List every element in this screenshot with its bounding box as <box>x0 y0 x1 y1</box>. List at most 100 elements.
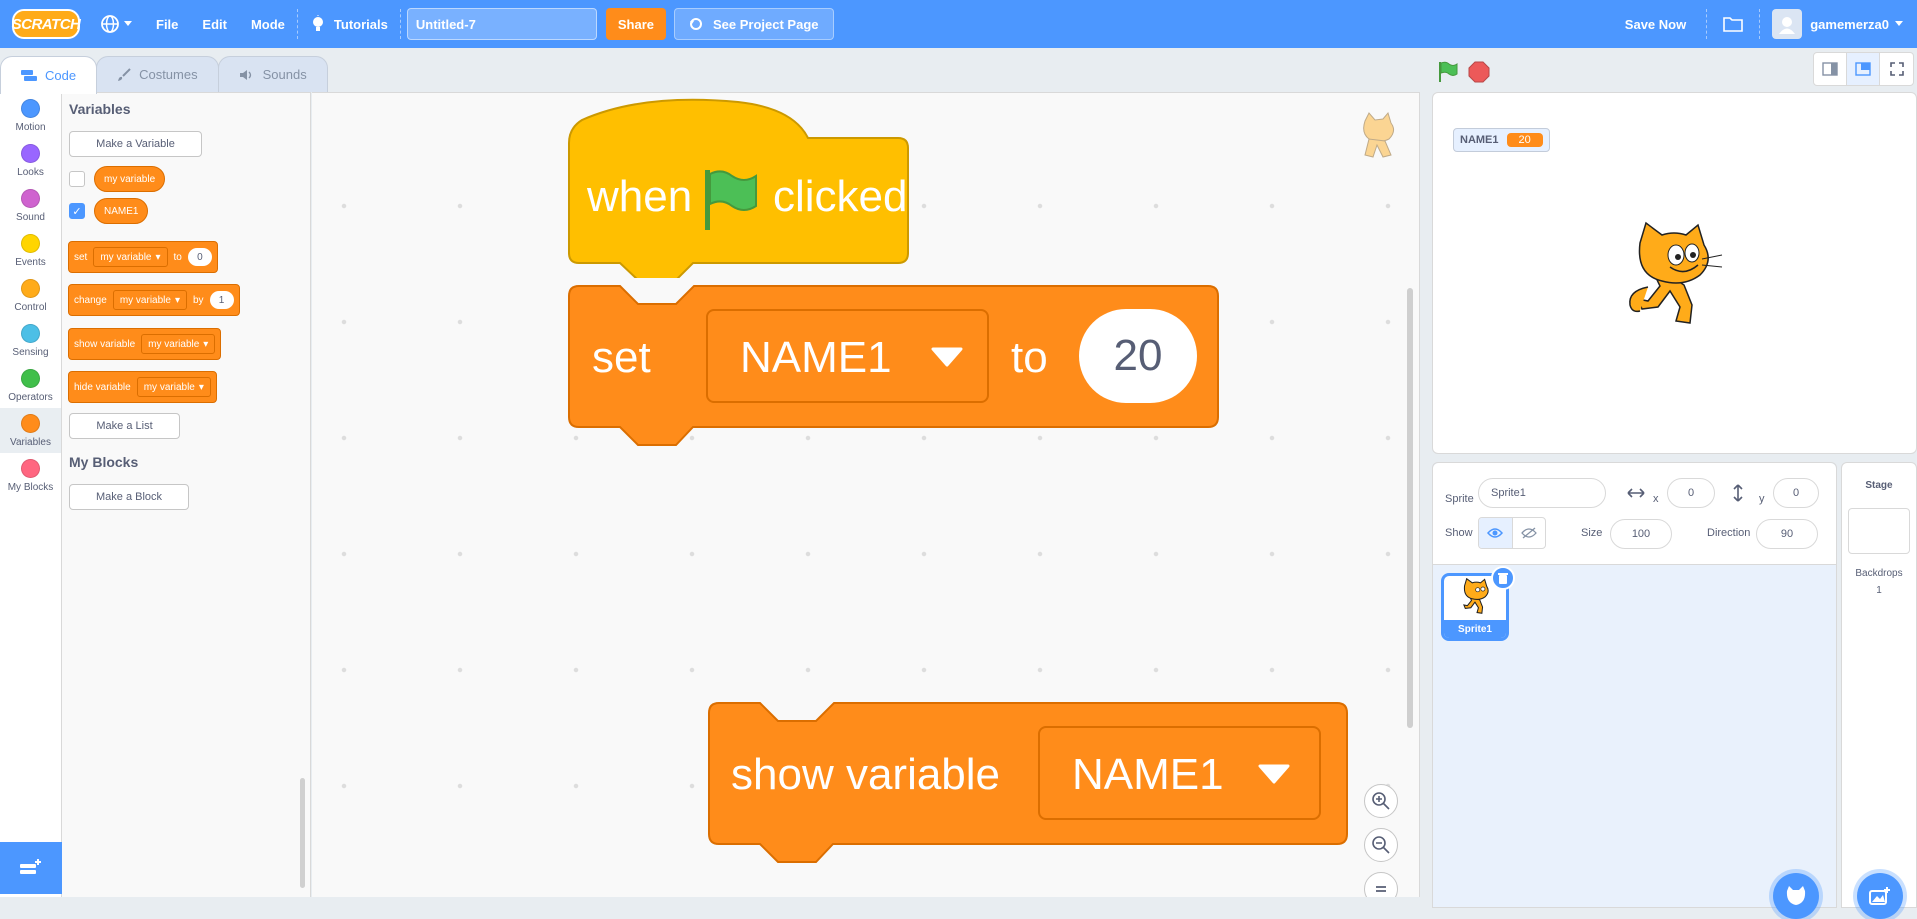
caret-down-icon <box>1895 21 1903 26</box>
file-menu[interactable]: File <box>144 0 190 48</box>
category-control[interactable]: Control <box>0 273 61 318</box>
set-value-input[interactable]: 20 <box>1079 309 1197 403</box>
variable-dropdown[interactable]: my variable ▾ <box>136 377 211 397</box>
show-variable-name1-block[interactable]: show variable NAME1 <box>708 702 1368 872</box>
hide-sprite-button[interactable] <box>1513 518 1546 548</box>
stage-canvas[interactable]: NAME1 20 <box>1432 92 1917 454</box>
block-text: hide variable <box>74 381 131 393</box>
stage-thumbnail[interactable] <box>1848 508 1910 554</box>
backdrops-count: 1 <box>1876 585 1882 596</box>
my-variable-checkbox[interactable] <box>69 171 85 187</box>
change-variable-block[interactable]: change my variable ▾ by 1 <box>68 284 240 316</box>
delete-sprite-button[interactable] <box>1491 566 1515 590</box>
large-stage-button[interactable] <box>1847 53 1880 85</box>
size-label: Size <box>1581 527 1603 539</box>
y-label: y <box>1759 493 1765 505</box>
choose-backdrop-button[interactable] <box>1857 873 1903 919</box>
category-variables[interactable]: Variables <box>0 408 61 453</box>
tab-costumes[interactable]: Costumes <box>96 56 219 92</box>
direction-label: Direction <box>1707 527 1751 539</box>
hide-variable-block[interactable]: hide variable my variable ▾ <box>68 371 217 403</box>
my-blocks-heading: My Blocks <box>69 454 139 470</box>
mode-menu[interactable]: Mode <box>239 0 297 48</box>
stage-title: Stage <box>1865 480 1893 491</box>
zoom-in-button[interactable] <box>1364 784 1398 818</box>
block-text: change <box>74 294 107 306</box>
tab-code[interactable]: Code <box>0 56 98 94</box>
avatar <box>1772 9 1803 39</box>
code-icon <box>21 69 37 81</box>
caret-down-icon: ▾ <box>174 294 180 306</box>
name1-reporter[interactable]: NAME1 <box>94 198 149 224</box>
script-workspace[interactable]: when clicked set NAME1 to 20 show variab… <box>312 92 1420 897</box>
palette-scrollbar[interactable] <box>300 778 305 888</box>
monitor-value: 20 <box>1506 133 1543 147</box>
share-button[interactable]: Share <box>605 8 666 40</box>
variable-dropdown[interactable]: NAME1 <box>706 309 989 403</box>
category-label: Events <box>15 256 46 268</box>
category-motion[interactable]: Motion <box>0 93 61 138</box>
looks-category-icon <box>21 143 40 163</box>
when-flag-clicked-block[interactable]: when clicked <box>568 98 998 278</box>
x-input[interactable]: 0 <box>1667 478 1715 508</box>
tab-code-label: Code <box>45 68 77 83</box>
name1-checkbox[interactable]: ✓ <box>69 203 85 219</box>
set-variable-block[interactable]: set my variable ▾ to 0 <box>68 241 218 273</box>
small-stage-button[interactable] <box>1814 53 1847 85</box>
sound-category-icon <box>21 188 40 208</box>
variable-dropdown[interactable]: my variable ▾ <box>141 334 216 354</box>
variable-dropdown[interactable]: NAME1 <box>1038 726 1321 820</box>
block-palette: Variables Make a Variable my variable ✓ … <box>62 92 311 897</box>
edit-menu[interactable]: Edit <box>190 0 239 48</box>
add-extension-button[interactable] <box>0 842 62 894</box>
project-title-input[interactable]: Untitled-7 <box>406 8 597 40</box>
variable-monitor[interactable]: NAME1 20 <box>1453 128 1550 152</box>
category-my-blocks[interactable]: My Blocks <box>0 453 61 498</box>
variables-category-icon <box>21 413 40 433</box>
variable-dropdown[interactable]: my variable ▾ <box>93 247 168 267</box>
choose-sprite-button[interactable] <box>1773 873 1819 919</box>
account-menu[interactable]: gamemerza0 <box>1760 0 1917 48</box>
tutorials-button[interactable]: Tutorials <box>298 0 400 48</box>
set-name1-block[interactable]: set NAME1 to 20 <box>568 285 1228 455</box>
cat-sprite[interactable] <box>1618 221 1728 331</box>
value-input[interactable]: 0 <box>187 248 212 266</box>
tab-sounds[interactable]: Sounds <box>217 56 328 92</box>
make-variable-button[interactable]: Make a Variable <box>69 131 202 157</box>
sprite-name-input[interactable]: Sprite1 <box>1478 478 1606 508</box>
make-list-button[interactable]: Make a List <box>69 413 180 439</box>
folder-icon <box>1723 17 1744 32</box>
dropdown-value: NAME1 <box>740 333 892 382</box>
make-block-button[interactable]: Make a Block <box>69 484 189 510</box>
size-input[interactable]: 100 <box>1610 519 1672 549</box>
y-input[interactable]: 0 <box>1773 478 1819 508</box>
add-extension-icon <box>20 859 41 874</box>
category-events[interactable]: Events <box>0 228 61 273</box>
variable-dropdown[interactable]: my variable ▾ <box>112 290 187 310</box>
show-variable-block[interactable]: show variable my variable ▾ <box>68 328 222 360</box>
category-looks[interactable]: Looks <box>0 138 61 183</box>
category-label: Variables <box>10 436 51 448</box>
language-menu[interactable] <box>88 0 144 48</box>
category-operators[interactable]: Operators <box>0 363 61 408</box>
my-stuff-button[interactable] <box>1707 0 1759 48</box>
category-sound[interactable]: Sound <box>0 183 61 228</box>
show-sprite-button[interactable] <box>1479 518 1513 548</box>
motion-category-icon <box>21 98 40 118</box>
scratch-logo[interactable]: SCRATCH <box>12 9 81 39</box>
green-flag-button[interactable] <box>1434 58 1462 86</box>
value-input[interactable]: 1 <box>209 291 234 309</box>
zoom-reset-button[interactable] <box>1364 872 1398 897</box>
stage-selector[interactable]: Stage Backdrops 1 <box>1841 462 1917 919</box>
zoom-out-button[interactable] <box>1364 828 1398 862</box>
stop-button[interactable] <box>1465 58 1493 86</box>
category-sensing[interactable]: Sensing <box>0 318 61 363</box>
direction-input[interactable]: 90 <box>1756 519 1818 549</box>
workspace-scrollbar[interactable] <box>1407 288 1413 728</box>
caret-down-icon <box>1258 764 1290 784</box>
my-variable-reporter[interactable]: my variable <box>94 166 166 192</box>
save-now-button[interactable]: Save Now <box>1605 0 1706 48</box>
set-word-text: set <box>592 333 651 382</box>
see-project-page-button[interactable]: See Project Page <box>674 8 834 40</box>
fullscreen-button[interactable] <box>1880 53 1913 85</box>
